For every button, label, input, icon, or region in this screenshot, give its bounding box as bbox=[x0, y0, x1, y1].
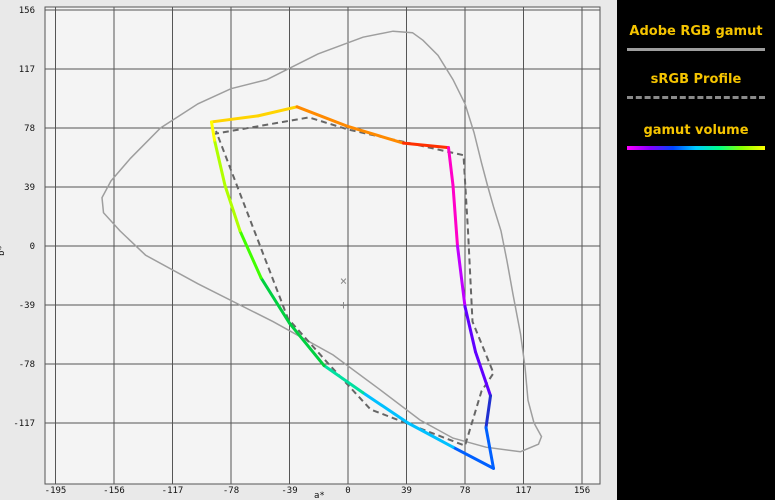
x-axis-label: a* bbox=[314, 491, 325, 500]
y-tick-label: -39 bbox=[19, 301, 35, 311]
legend-srgb-label: sRGB Profile bbox=[650, 72, 742, 87]
y-axis-label: b* bbox=[0, 245, 7, 256]
y-tick-label: 0 bbox=[30, 242, 35, 252]
y-tick-label: -117 bbox=[13, 419, 35, 429]
x-tick-label: -156 bbox=[103, 486, 125, 496]
y-tick-label: 117 bbox=[19, 65, 35, 75]
center-marker: + bbox=[340, 298, 347, 312]
x-tick-label: -117 bbox=[162, 486, 184, 496]
x-tick-label: -39 bbox=[281, 486, 297, 496]
x-tick-label: 156 bbox=[574, 486, 590, 496]
legend-srgb-swatch bbox=[627, 96, 765, 99]
x-tick-label: -195 bbox=[45, 486, 67, 496]
gamut-chart: -195 -156 -117 -78 -39 0 39 78 117 156 -117 -78 -39 0… bbox=[0, 6, 601, 501]
y-tick-label: 39 bbox=[24, 183, 35, 193]
x-tick-label: 78 bbox=[460, 486, 471, 496]
x-tick-label: -78 bbox=[223, 486, 239, 496]
center-marker: × bbox=[340, 274, 347, 288]
legend-adobe-rgb-swatch bbox=[627, 48, 765, 51]
y-tick-label: -78 bbox=[19, 360, 35, 370]
legend-gamut-volume-swatch bbox=[627, 146, 765, 150]
legend-panel: Adobe RGB gamut sRGB Profile gamut volum… bbox=[617, 0, 775, 500]
y-tick-label: 156 bbox=[19, 6, 35, 16]
x-tick-label: 39 bbox=[401, 486, 412, 496]
legend-adobe-rgb-label: Adobe RGB gamut bbox=[629, 24, 763, 39]
legend-gamut-volume-label: gamut volume bbox=[643, 123, 749, 138]
x-tick-label: 0 bbox=[345, 486, 350, 496]
plot-area: -195 -156 -117 -78 -39 0 39 78 117 156 -117 -78 -39 0… bbox=[0, 0, 617, 501]
x-tick-label: 117 bbox=[515, 486, 531, 496]
y-tick-label: 78 bbox=[24, 124, 35, 134]
